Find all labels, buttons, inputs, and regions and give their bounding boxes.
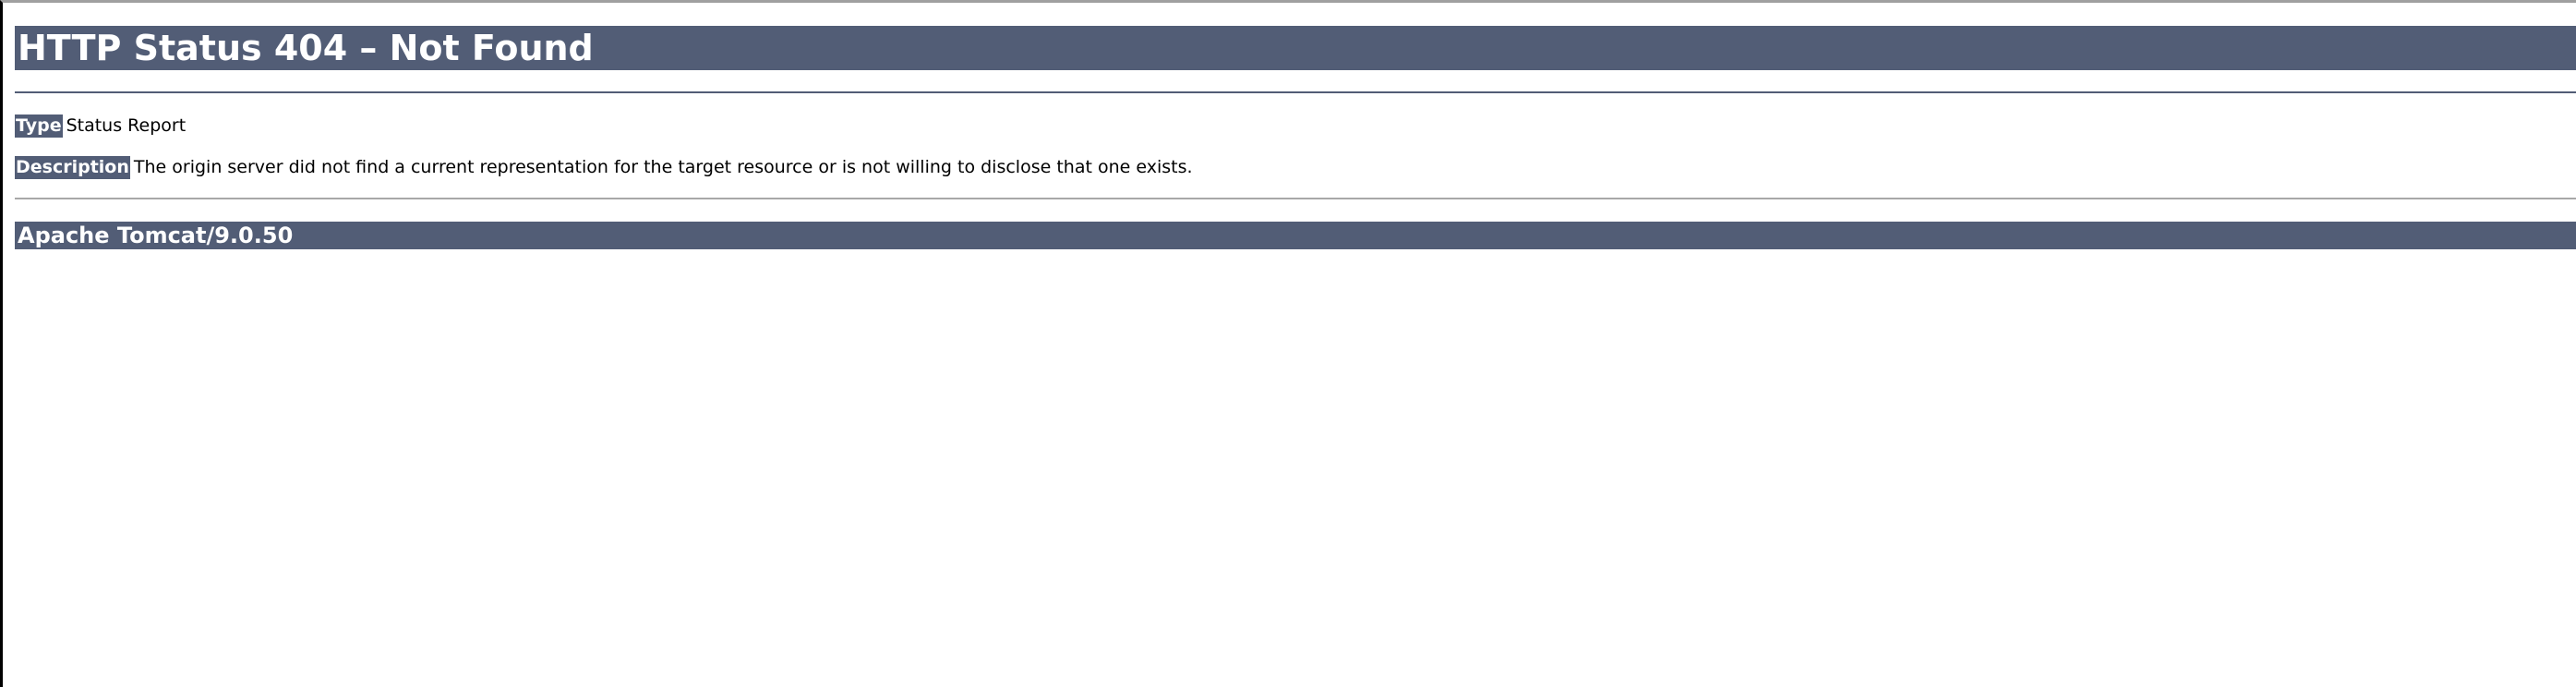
type-label: Type [15, 114, 63, 138]
divider-bottom [15, 198, 2576, 199]
description-value: The origin server did not find a current… [133, 157, 1193, 177]
description-line: Description The origin server did not fin… [15, 156, 1193, 179]
type-value: Status Report [66, 115, 187, 136]
description-label: Description [15, 156, 130, 179]
type-line: Type Status Report [15, 114, 186, 138]
server-signature: Apache Tomcat/9.0.50 [15, 222, 2576, 249]
divider-top [15, 91, 2576, 93]
page-title: HTTP Status 404 – Not Found [15, 26, 2576, 70]
